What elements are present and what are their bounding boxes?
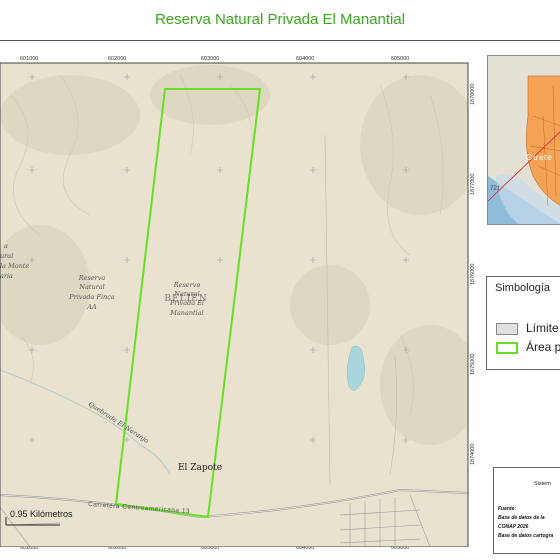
reserve-left-line1: a (4, 242, 8, 250)
legend-box: Simbología Límite Área pr (486, 276, 560, 370)
legend-swatch-limite (496, 323, 518, 335)
reserve-aa-line2: Natural (78, 283, 104, 291)
inset-map: Guate 721 (487, 55, 560, 225)
reserve-aa-line4: AA (86, 303, 97, 311)
info-line-3: CONAP 2026 (498, 524, 529, 530)
scale-label: 0.95 Kilómetros (10, 509, 73, 519)
info-line-4: Base de datos cartogra (498, 533, 554, 539)
reserve-aa-line1: Reserva (78, 274, 106, 282)
town-label: El Zapote (178, 463, 222, 473)
reserve-left-line2: ural (0, 252, 13, 260)
reserve-manantial-line2: Natural (173, 290, 199, 298)
legend-title: Simbología (495, 282, 551, 294)
inset-svg: Guate 721 (488, 56, 560, 224)
title-bar: Reserva Natural Privada El Manantial (0, 0, 560, 41)
info-line-1: Fuente: (498, 506, 517, 512)
info-line-2: Base de datos de la (498, 515, 545, 521)
reserve-aa-line3: Privada Finca (68, 293, 115, 301)
legend-label-limite: Límite (526, 321, 559, 335)
legend-swatch-area (496, 342, 518, 354)
inset-number-label: 721 (490, 186, 500, 192)
inset-country-label: Guate (526, 153, 553, 162)
main-map[interactable]: BELIEN Reserva Natural Privada El Manant… (0, 55, 480, 547)
reserve-left-line3: la Monte (0, 262, 29, 270)
reserve-manantial-line4: Manantial (169, 309, 203, 317)
map-title: Reserva Natural Privada El Manantial (154, 11, 406, 28)
reserve-left-line4: aria (0, 272, 13, 280)
reserve-manantial-line3: Privada El (169, 299, 204, 307)
reserve-manantial-line1: Reserva (173, 281, 201, 289)
map-layout: Reserva Natural Privada El Manantial 601… (0, 0, 560, 560)
info-box: Sistem Fuente: Base de datos de la CONAP… (493, 467, 560, 554)
legend-label-area: Área pr (526, 340, 560, 354)
info-header: Sistem (534, 481, 551, 487)
